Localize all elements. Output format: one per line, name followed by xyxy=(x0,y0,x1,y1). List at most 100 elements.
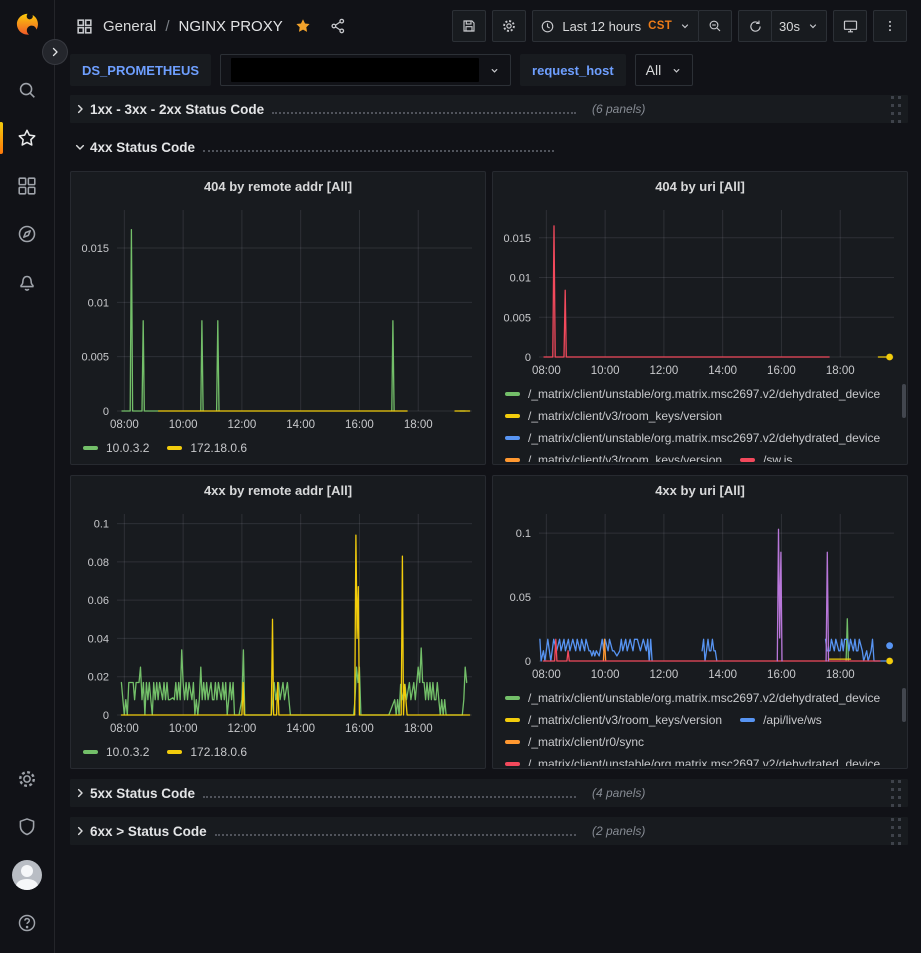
sidebar-item-dashboards[interactable] xyxy=(7,166,47,206)
svg-text:18:00: 18:00 xyxy=(826,669,855,681)
legend-item[interactable]: /api/live/ws xyxy=(740,711,822,729)
svg-text:12:00: 12:00 xyxy=(228,419,257,431)
sidebar xyxy=(0,0,55,953)
timeseries-chart[interactable]: 08:0010:0012:0014:0016:0018:0000.020.040… xyxy=(71,504,484,740)
request-host-variable-value[interactable]: All xyxy=(635,54,694,86)
svg-text:08:00: 08:00 xyxy=(532,669,561,681)
time-range-picker[interactable]: Last 12 hours CST xyxy=(532,10,699,42)
sidebar-item-alerting[interactable] xyxy=(7,262,47,302)
legend-series-label: /_matrix/client/unstable/org.matrix.msc2… xyxy=(528,757,880,766)
legend-item[interactable]: /_matrix/client/v3/room_keys/version xyxy=(505,711,722,729)
svg-text:0.02: 0.02 xyxy=(88,672,109,684)
row-1xx-3xx-2xx[interactable]: 1xx - 3xx - 2xx Status Code (6 panels) xyxy=(70,95,908,123)
tv-mode-button[interactable] xyxy=(833,10,867,42)
legend-item[interactable]: /_matrix/client/unstable/org.matrix.msc2… xyxy=(505,755,880,766)
favorite-star-icon[interactable] xyxy=(294,17,312,35)
panel-404-by-uri: 404 by uri [All] 08:0010:0012:0014:0016:… xyxy=(492,171,908,465)
svg-text:14:00: 14:00 xyxy=(286,723,315,735)
datasource-variable-value[interactable] xyxy=(220,54,511,86)
request-host-variable-label[interactable]: request_host xyxy=(520,54,626,86)
legend-item[interactable]: /_matrix/client/unstable/org.matrix.msc2… xyxy=(505,689,880,707)
svg-text:0: 0 xyxy=(103,406,109,418)
drag-handle-icon[interactable] xyxy=(891,96,902,123)
time-controls: Last 12 hours CST xyxy=(532,10,732,42)
series-color-marker xyxy=(505,740,520,744)
legend-item[interactable]: /_matrix/client/v3/room_keys/version xyxy=(505,451,722,462)
row-5xx[interactable]: 5xx Status Code (4 panels) xyxy=(70,779,908,807)
series-color-marker xyxy=(505,392,520,396)
panel-title[interactable]: 404 by remote addr [All] xyxy=(71,172,485,200)
breadcrumb-section[interactable]: General xyxy=(103,18,156,35)
svg-text:0: 0 xyxy=(525,352,531,364)
panel-4xx-by-remote-addr: 4xx by remote addr [All] 08:0010:0012:00… xyxy=(70,475,486,769)
svg-text:14:00: 14:00 xyxy=(286,419,315,431)
refresh-button[interactable] xyxy=(738,10,772,42)
legend-item[interactable]: 10.0.3.2 xyxy=(83,439,149,457)
timeseries-chart[interactable]: 08:0010:0012:0014:0016:0018:0000.0050.01… xyxy=(71,200,484,436)
clock-icon xyxy=(540,19,555,34)
share-icon[interactable] xyxy=(329,17,347,35)
row-6xx[interactable]: 6xx > Status Code (2 panels) xyxy=(70,817,908,845)
row-title: 6xx > Status Code xyxy=(90,824,207,839)
legend-item[interactable]: 172.18.0.6 xyxy=(167,439,247,457)
legend-scrollbar[interactable] xyxy=(902,688,906,722)
breadcrumb-page-title[interactable]: NGINX PROXY xyxy=(179,18,283,35)
drag-handle-icon[interactable] xyxy=(891,780,902,807)
refresh-interval-label: 30s xyxy=(779,19,800,34)
save-dashboard-button[interactable] xyxy=(452,10,486,42)
chevron-right-icon xyxy=(49,46,61,58)
dashboard-settings-button[interactable] xyxy=(492,10,526,42)
svg-text:10:00: 10:00 xyxy=(591,669,620,681)
row-title-wrap: 6xx > Status Code xyxy=(90,824,582,839)
row-dotted-filler xyxy=(203,150,554,152)
refresh-interval-picker[interactable]: 30s xyxy=(771,10,827,42)
legend-item[interactable]: 10.0.3.2 xyxy=(83,743,149,761)
series-color-marker xyxy=(505,718,520,722)
row-4xx[interactable]: 4xx Status Code xyxy=(70,133,908,161)
svg-text:18:00: 18:00 xyxy=(826,365,855,377)
drag-handle-icon[interactable] xyxy=(891,818,902,845)
sidebar-item-starred[interactable] xyxy=(7,118,47,158)
timeseries-chart[interactable]: 08:0010:0012:0014:0016:0018:0000.050.1 xyxy=(493,504,906,686)
legend-item[interactable]: 172.18.0.6 xyxy=(167,743,247,761)
redacted-value xyxy=(231,58,479,82)
row-title-wrap: 4xx Status Code xyxy=(90,140,560,155)
svg-text:16:00: 16:00 xyxy=(345,419,374,431)
series-color-marker xyxy=(505,414,520,418)
chart-legend: 10.0.3.2 172.18.0.6 xyxy=(71,740,485,766)
series-color-marker xyxy=(167,446,182,450)
timeseries-chart[interactable]: 08:0010:0012:0014:0016:0018:0000.0050.01… xyxy=(493,200,906,382)
panel-title[interactable]: 4xx by remote addr [All] xyxy=(71,476,485,504)
panel-title[interactable]: 404 by uri [All] xyxy=(493,172,907,200)
svg-text:10:00: 10:00 xyxy=(591,365,620,377)
legend-series-label: 172.18.0.6 xyxy=(190,745,247,759)
legend-item[interactable]: /_matrix/client/unstable/org.matrix.msc2… xyxy=(505,385,880,403)
zoom-out-button[interactable] xyxy=(698,10,732,42)
svg-text:16:00: 16:00 xyxy=(767,669,796,681)
row-panel-count: (2 panels) xyxy=(592,824,645,838)
panel-title[interactable]: 4xx by uri [All] xyxy=(493,476,907,504)
legend-item[interactable]: /sw.js xyxy=(740,451,792,462)
legend-series-label: /_matrix/client/unstable/org.matrix.msc2… xyxy=(528,431,880,445)
sidebar-item-profile[interactable] xyxy=(7,855,47,895)
legend-item[interactable]: /_matrix/client/unstable/org.matrix.msc2… xyxy=(505,429,880,447)
series-color-marker xyxy=(167,750,182,754)
svg-text:0.005: 0.005 xyxy=(81,352,109,364)
chevron-right-icon xyxy=(72,785,88,801)
sidebar-item-help[interactable] xyxy=(7,903,47,943)
legend-item[interactable]: /_matrix/client/r0/sync xyxy=(505,733,644,751)
more-options-button[interactable] xyxy=(873,10,907,42)
legend-scrollbar[interactable] xyxy=(902,384,906,418)
legend-item[interactable]: /_matrix/client/v3/room_keys/version xyxy=(505,407,722,425)
sidebar-item-search[interactable] xyxy=(7,70,47,110)
chart-legend: 10.0.3.2 172.18.0.6 xyxy=(71,436,485,462)
sidebar-item-configuration[interactable] xyxy=(7,759,47,799)
sidebar-expand-toggle[interactable] xyxy=(42,39,68,65)
sidebar-item-explore[interactable] xyxy=(7,214,47,254)
series-color-marker xyxy=(740,718,755,722)
sidebar-item-server-admin[interactable] xyxy=(7,807,47,847)
datasource-variable-label[interactable]: DS_PROMETHEUS xyxy=(70,54,211,86)
svg-text:0.1: 0.1 xyxy=(516,528,531,540)
svg-text:16:00: 16:00 xyxy=(767,365,796,377)
grafana-logo[interactable] xyxy=(10,8,44,42)
